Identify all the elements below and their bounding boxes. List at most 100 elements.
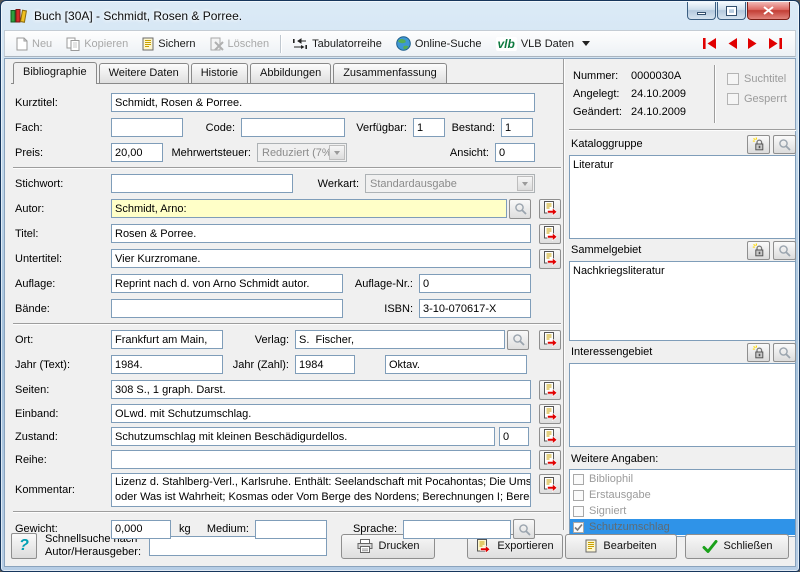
kataloggruppe-lock-button[interactable]: [747, 135, 770, 154]
reihe-insert-button[interactable]: [539, 450, 561, 470]
ansicht-input[interactable]: [495, 143, 535, 162]
list-item[interactable]: Nachkriegsliteratur: [573, 264, 792, 279]
books-icon[interactable]: [10, 8, 28, 23]
titel-insert-button[interactable]: [539, 224, 561, 244]
fach-row: Fach: Code: Verfügbar: Bestand:: [11, 115, 563, 140]
tab-strip: Bibliographie Weitere Daten Historie Abb…: [11, 62, 563, 83]
zustand-row: Zustand:: [11, 425, 563, 448]
delete-button-label: Löschen: [228, 38, 270, 50]
autor-input[interactable]: [111, 199, 507, 218]
verlag-insert-button[interactable]: [539, 330, 561, 350]
kurztitel-input[interactable]: [111, 93, 535, 112]
gesperrt-checkbox[interactable]: [727, 93, 739, 105]
autor-row: Autor:: [11, 196, 563, 221]
ansicht-label: Ansicht:: [361, 147, 495, 159]
autor-lookup-button[interactable]: [509, 199, 531, 219]
einband-input[interactable]: [111, 404, 531, 423]
auflage-input[interactable]: [111, 274, 343, 293]
next-record-button[interactable]: [747, 37, 759, 50]
sprache-input[interactable]: [403, 520, 511, 539]
panel-divider: [563, 59, 565, 530]
suchtitel-checkbox[interactable]: [727, 73, 739, 85]
close-dialog-button[interactable]: Schließen: [685, 534, 789, 559]
sammelgebiet-lock-button[interactable]: [747, 241, 770, 260]
checkbox-icon: [573, 506, 584, 517]
previous-record-button[interactable]: [726, 37, 738, 50]
ort-input[interactable]: [111, 330, 223, 349]
baende-input[interactable]: [111, 299, 343, 318]
delete-button[interactable]: Löschen: [203, 34, 277, 54]
vlb-data-button[interactable]: vlb VLB Daten: [489, 34, 598, 54]
untertitel-insert-button[interactable]: [539, 249, 561, 269]
code-input[interactable]: [241, 118, 345, 137]
interessengebiet-lock-button[interactable]: [747, 343, 770, 362]
weitere-angaben-checklist[interactable]: Bibliophil Erstausgabe Signiert Schutzum…: [569, 469, 796, 537]
edit-button[interactable]: Bearbeiten: [565, 534, 677, 559]
mehrwertsteuer-select[interactable]: Reduziert (7%): [257, 143, 347, 162]
jahr-zahl-input[interactable]: [295, 355, 355, 374]
titel-input[interactable]: [111, 224, 531, 243]
zustand-extra-input[interactable]: [499, 427, 529, 446]
tab-historie[interactable]: Historie: [191, 63, 248, 83]
doc-arrow-icon: [543, 251, 558, 266]
kurztitel-label: Kurztitel:: [11, 97, 111, 109]
stichwort-input[interactable]: [111, 174, 293, 193]
gewicht-input[interactable]: [111, 520, 171, 539]
checklist-item-erstausgabe[interactable]: Erstausgabe: [570, 487, 795, 503]
online-search-button[interactable]: Online-Suche: [389, 33, 489, 54]
interessengebiet-lookup-button[interactable]: [773, 343, 796, 362]
checklist-item-signiert[interactable]: Signiert: [570, 503, 795, 519]
list-item[interactable]: Literatur: [573, 158, 792, 173]
format-input[interactable]: [385, 355, 527, 374]
kataloggruppe-listbox[interactable]: Literatur: [569, 155, 796, 239]
sammelgebiet-lookup-button[interactable]: [773, 241, 796, 260]
magnifier-icon: [778, 138, 791, 151]
kommentar-textarea[interactable]: Lizenz d. Stahlberg-Verl., Karlsruhe. En…: [111, 473, 531, 507]
fach-input[interactable]: [111, 118, 183, 137]
isbn-input[interactable]: [419, 299, 531, 318]
auflage-nr-input[interactable]: [419, 274, 531, 293]
reihe-input[interactable]: [111, 450, 531, 469]
nummer-label: Nummer:: [573, 70, 631, 82]
last-record-button[interactable]: [768, 37, 783, 50]
save-button[interactable]: Sichern: [135, 34, 202, 54]
tab-bibliographie[interactable]: Bibliographie: [13, 62, 97, 84]
seiten-insert-button[interactable]: [539, 380, 561, 400]
copy-button[interactable]: Kopieren: [59, 34, 135, 54]
tab-order-button[interactable]: Tabulatorreihe: [285, 35, 389, 53]
maximize-button[interactable]: [717, 2, 746, 20]
doc-arrow-icon: [543, 226, 558, 241]
autor-insert-button[interactable]: [539, 199, 561, 219]
kommentar-insert-button[interactable]: [539, 474, 561, 494]
new-button[interactable]: Neu: [9, 34, 59, 54]
werkart-select[interactable]: Standardausgabe: [365, 174, 535, 193]
medium-label: Medium:: [199, 523, 255, 535]
verlag-input[interactable]: [295, 330, 505, 349]
minimize-button[interactable]: [687, 2, 716, 20]
verlag-lookup-button[interactable]: [507, 330, 529, 350]
einband-insert-button[interactable]: [539, 404, 561, 424]
tab-abbildungen[interactable]: Abbildungen: [250, 63, 331, 83]
zustand-input[interactable]: [111, 427, 495, 446]
interessengebiet-title: Interessengebiet: [571, 346, 744, 358]
sprache-lookup-button[interactable]: [513, 519, 535, 539]
close-button[interactable]: [747, 2, 790, 20]
zustand-insert-button[interactable]: [539, 427, 561, 447]
kataloggruppe-header: Kataloggruppe: [567, 133, 798, 155]
bestand-input[interactable]: [501, 118, 533, 137]
jahr-text-input[interactable]: [111, 355, 223, 374]
preis-input[interactable]: [111, 143, 163, 162]
first-record-button[interactable]: [702, 37, 717, 50]
tab-weitere-daten[interactable]: Weitere Daten: [99, 63, 189, 83]
untertitel-input[interactable]: [111, 249, 531, 268]
sammelgebiet-listbox[interactable]: Nachkriegsliteratur: [569, 261, 796, 341]
gewicht-label: Gewicht:: [11, 523, 111, 535]
checklist-item-bibliophil[interactable]: Bibliophil: [570, 471, 795, 487]
tab-zusammenfassung[interactable]: Zusammenfassung: [333, 63, 447, 83]
medium-input[interactable]: [255, 520, 327, 539]
interessengebiet-listbox[interactable]: [569, 363, 796, 447]
verfuegbar-input[interactable]: [413, 118, 445, 137]
kataloggruppe-lookup-button[interactable]: [773, 135, 796, 154]
kommentar-row: Kommentar: Lizenz d. Stahlberg-Verl., Ka…: [11, 471, 563, 509]
seiten-input[interactable]: [111, 380, 531, 399]
